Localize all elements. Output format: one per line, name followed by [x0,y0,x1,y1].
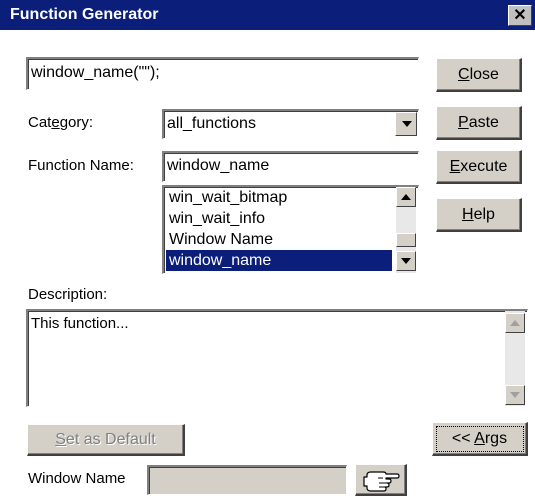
category-selected: all_functions [167,115,256,132]
chevron-down-icon [510,392,520,398]
paste-button[interactable]: Paste [436,106,522,140]
scrollbar-thumb[interactable] [396,233,416,247]
scroll-up-button[interactable] [505,313,525,333]
set-as-default-button[interactable]: Set as Default [27,424,185,456]
category-label: Category: [28,114,94,131]
pointing-hand-icon [363,471,400,492]
chevron-down-icon [401,258,411,264]
close-button[interactable]: Close [436,58,522,92]
list-item-selected[interactable]: window_name [166,250,392,271]
function-name-field[interactable]: window_name [162,151,419,182]
window-name-field[interactable] [147,465,347,495]
list-item[interactable]: Window Name [166,229,392,250]
function-list[interactable]: win_wait_bitmap win_wait_info Window Nam… [162,185,419,274]
args-toggle-button[interactable]: << Args [432,422,528,456]
function-name-value: window_name [167,157,270,174]
function-generator-dialog: Function Generator ✕ window_name(""); Ca… [0,0,535,504]
close-icon: ✕ [513,7,527,24]
window-name-label: Window Name [28,470,126,487]
title-bar[interactable]: Function Generator ✕ [0,0,535,30]
description-text: This function... [31,315,129,332]
list-item[interactable]: win_wait_bitmap [166,187,392,208]
scroll-down-button[interactable] [396,251,416,271]
description-label: Description: [28,286,108,303]
description-box: This function... [26,309,528,407]
close-window-button[interactable]: ✕ [508,5,532,26]
scroll-down-button[interactable] [505,385,525,405]
execute-button[interactable]: Execute [436,150,522,184]
expression-value: window_name(""); [31,64,160,81]
category-dropdown-button[interactable] [395,112,417,136]
pointer-button[interactable] [355,464,407,496]
chevron-up-icon [401,194,411,200]
chevron-down-icon [402,121,412,127]
category-dropdown[interactable]: all_functions [162,109,419,139]
list-item[interactable]: win_wait_info [166,208,392,229]
chevron-up-icon [510,320,520,326]
expression-field[interactable]: window_name(""); [26,57,419,90]
window-title: Function Generator [10,6,159,23]
scroll-up-button[interactable] [396,187,416,207]
help-button[interactable]: Help [436,198,522,232]
function-name-label: Function Name: [28,157,134,174]
